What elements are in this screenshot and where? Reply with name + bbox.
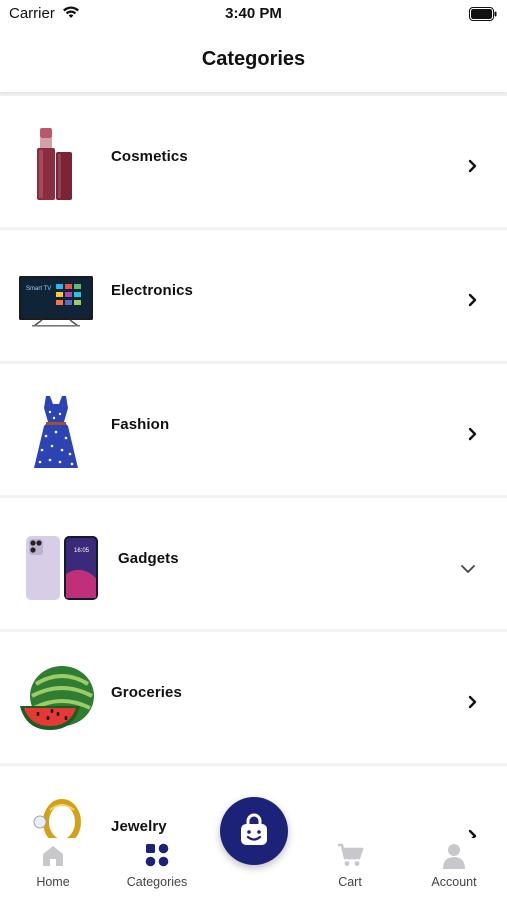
category-label: Jewelry	[111, 818, 167, 835]
chevron-right-icon	[462, 424, 482, 444]
category-row-groceries[interactable]: Groceries	[0, 632, 507, 763]
tab-label: Home	[36, 875, 70, 889]
chevron-right-icon	[462, 290, 482, 310]
home-icon	[40, 842, 66, 873]
category-label: Fashion	[111, 416, 170, 433]
page-title: Categories	[201, 48, 306, 70]
tab-label: Categories	[126, 875, 188, 889]
svg-text:16:05: 16:05	[74, 548, 90, 554]
grid-icon	[144, 842, 170, 873]
category-label: Gadgets	[118, 550, 179, 567]
smartphones-image: 16:05	[24, 534, 100, 614]
tab-account[interactable]: Account	[414, 838, 494, 900]
category-label: Cosmetics	[111, 148, 188, 165]
chevron-right-icon	[462, 156, 482, 176]
shopping-bag-button[interactable]	[220, 797, 288, 865]
tab-cart[interactable]: Cart	[310, 838, 390, 900]
category-row-gadgets[interactable]: 16:05 Gadgets	[0, 498, 507, 629]
chevron-down-icon	[458, 558, 478, 578]
category-row-fashion[interactable]: Fashion	[0, 364, 507, 495]
lipstick-image	[16, 124, 96, 204]
dress-image	[16, 392, 96, 472]
category-label: Electronics	[111, 282, 193, 299]
account-icon	[441, 842, 467, 875]
svg-text:Smart TV: Smart TV	[26, 286, 51, 292]
category-row-cosmetics[interactable]: Cosmetics	[0, 96, 507, 227]
clock: 3:40 PM	[225, 5, 282, 22]
tab-label: Account	[431, 875, 477, 889]
nav-header: Categories	[0, 30, 507, 92]
smart-tv-image: Smart TV	[18, 258, 96, 338]
shopping-bag-icon	[241, 813, 267, 845]
tab-categories[interactable]: Categories	[117, 838, 197, 900]
chevron-right-icon	[462, 692, 482, 712]
tab-home[interactable]: Home	[13, 838, 93, 900]
watermelon-image	[18, 662, 98, 742]
category-row-electronics[interactable]: Smart TV Electronics	[0, 230, 507, 361]
battery-icon	[469, 7, 497, 26]
category-label: Groceries	[111, 684, 182, 701]
status-bar: Carrier 3:40 PM	[0, 0, 507, 30]
cart-icon	[336, 842, 364, 873]
tab-label: Cart	[338, 875, 362, 889]
